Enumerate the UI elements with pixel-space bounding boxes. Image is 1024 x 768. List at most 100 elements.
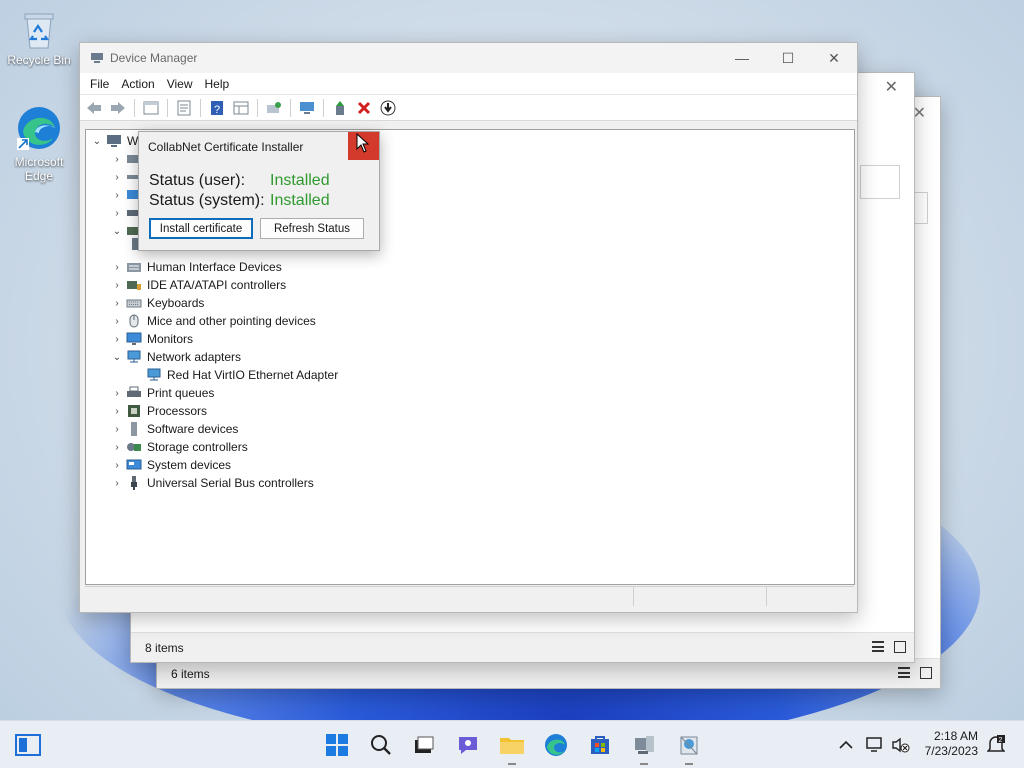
notification-bell-icon: 2 <box>987 735 1005 752</box>
chevron-down-icon[interactable]: ⌄ <box>90 136 104 147</box>
tree-item-keyboards[interactable]: › Keyboards <box>110 294 204 312</box>
tree-item-usb-controllers[interactable]: › Universal Serial Bus controllers <box>110 474 314 492</box>
chevron-down-icon[interactable]: ⌄ <box>110 352 124 363</box>
search-button[interactable] <box>367 731 395 759</box>
chevron-right-icon[interactable]: › <box>110 262 124 273</box>
tree-item-ide-controllers[interactable]: › IDE ATA/ATAPI controllers <box>110 276 286 294</box>
search-field <box>860 165 900 199</box>
maximize-button[interactable]: ☐ <box>765 43 811 73</box>
tree-root-label: W <box>127 134 139 148</box>
back-arrow-icon[interactable] <box>84 98 104 118</box>
help-icon[interactable]: ? <box>207 98 227 118</box>
tree-item-monitors[interactable]: › Monitors <box>110 330 193 348</box>
forward-arrow-icon[interactable] <box>108 98 128 118</box>
download-icon[interactable] <box>378 98 398 118</box>
chevron-right-icon[interactable]: › <box>110 208 124 219</box>
store-app[interactable] <box>586 731 614 759</box>
show-hidden-icons-button[interactable] <box>836 731 856 759</box>
chevron-right-icon[interactable]: › <box>110 316 124 327</box>
chevron-right-icon[interactable]: › <box>110 154 124 165</box>
menu-file[interactable]: File <box>84 77 115 91</box>
menu-help[interactable]: Help <box>199 77 236 91</box>
chevron-right-icon[interactable]: › <box>110 442 124 453</box>
chevron-right-icon[interactable]: › <box>110 298 124 309</box>
device-manager-window[interactable]: Device Manager — ☐ ✕ File Action View He… <box>79 42 858 613</box>
tree-item-mice[interactable]: › Mice and other pointing devices <box>110 312 315 330</box>
tree-item-label: Human Interface Devices <box>147 260 282 274</box>
tree-item-software-devices[interactable]: › Software devices <box>110 420 238 438</box>
tree-item-label: Monitors <box>147 332 194 346</box>
tree-item-processors[interactable]: › Processors <box>110 402 207 420</box>
tree-item-label: Network adapters <box>147 350 242 364</box>
status-bar <box>85 586 854 606</box>
tree-root-row[interactable]: ⌄ W <box>90 132 139 150</box>
tree-item-label: Print queues <box>147 386 215 400</box>
chat-app[interactable] <box>454 731 482 759</box>
tree-item-network-adapters[interactable]: ⌄ Network adapters <box>110 348 241 366</box>
edge-icon <box>17 107 60 150</box>
tree-item-system-devices[interactable]: › System devices <box>110 456 231 474</box>
tiles-view-icon[interactable] <box>920 667 932 679</box>
install-certificate-button[interactable]: Install certificate <box>149 218 253 239</box>
menu-action[interactable]: Action <box>115 77 160 91</box>
tree-item-print-queues[interactable]: › Print queues <box>110 384 214 402</box>
collabnet-certificate-dialog[interactable]: CollabNet Certificate Installer Status (… <box>138 131 380 251</box>
chevron-right-icon[interactable]: › <box>110 460 124 471</box>
notifications-button[interactable]: 2 <box>984 731 1008 759</box>
scan-hardware-icon[interactable] <box>297 98 317 118</box>
status-pane <box>85 587 634 606</box>
view-toggle[interactable] <box>872 641 906 653</box>
chat-icon <box>459 737 477 754</box>
tiles-view-icon[interactable] <box>894 641 906 653</box>
toolbar: ? <box>80 95 857 121</box>
view-window-icon[interactable] <box>231 98 251 118</box>
file-explorer-app[interactable] <box>498 731 526 759</box>
usb-icon <box>131 476 137 490</box>
start-button[interactable] <box>323 731 351 759</box>
close-icon[interactable]: ✕ <box>885 77 898 97</box>
details-view-icon[interactable] <box>898 667 910 678</box>
network-tray-button[interactable] <box>864 731 886 759</box>
show-hide-console-tree-icon[interactable] <box>141 98 161 118</box>
clock[interactable]: 2:18 AM 7/23/2023 <box>925 729 978 759</box>
refresh-status-button[interactable]: Refresh Status <box>260 218 364 239</box>
chevron-right-icon[interactable]: › <box>110 172 124 183</box>
chevron-right-icon[interactable]: › <box>110 334 124 345</box>
details-view-icon[interactable] <box>872 641 884 652</box>
installer-icon <box>680 736 698 755</box>
properties-icon[interactable] <box>174 98 194 118</box>
chevron-right-icon[interactable]: › <box>110 388 124 399</box>
item-count: 8 items <box>145 641 184 655</box>
taskview-app[interactable] <box>410 731 438 759</box>
close-button[interactable]: ✕ <box>811 43 857 73</box>
installer-app[interactable] <box>675 731 703 759</box>
volume-tray-button[interactable] <box>890 731 912 759</box>
device-manager-taskbar-app[interactable] <box>630 731 658 759</box>
network-adapter-icon <box>147 368 161 381</box>
edge-app[interactable] <box>542 731 570 759</box>
status-pane <box>767 587 854 606</box>
task-view-button[interactable] <box>14 731 42 759</box>
chevron-down-icon[interactable]: ⌄ <box>110 226 124 237</box>
tree-item-human-interface-devices[interactable]: › Human Interface Devices <box>110 258 282 276</box>
update-driver-icon[interactable] <box>264 98 284 118</box>
view-toggle[interactable] <box>898 667 932 679</box>
tree-item-virtio-ethernet[interactable]: Red Hat VirtIO Ethernet Adapter <box>144 366 338 384</box>
storage-controller-icon <box>127 443 141 451</box>
software-device-icon <box>131 422 137 436</box>
processor-icon <box>128 405 140 417</box>
desktop-icon-edge[interactable]: Microsoft Edge <box>4 104 74 183</box>
chevron-right-icon[interactable]: › <box>110 280 124 291</box>
uninstall-device-icon[interactable] <box>354 98 374 118</box>
minimize-button[interactable]: — <box>719 43 765 73</box>
add-driver-icon[interactable] <box>330 98 350 118</box>
muted-speaker-icon <box>892 737 910 753</box>
chevron-right-icon[interactable]: › <box>110 190 124 201</box>
desktop-icon-recycle-bin[interactable]: Recycle Bin <box>4 10 74 67</box>
toolbar-separator <box>200 98 201 117</box>
menu-view[interactable]: View <box>161 77 199 91</box>
chevron-right-icon[interactable]: › <box>110 478 124 489</box>
chevron-right-icon[interactable]: › <box>110 424 124 435</box>
chevron-right-icon[interactable]: › <box>110 406 124 417</box>
tree-item-storage-controllers[interactable]: › Storage controllers <box>110 438 247 456</box>
